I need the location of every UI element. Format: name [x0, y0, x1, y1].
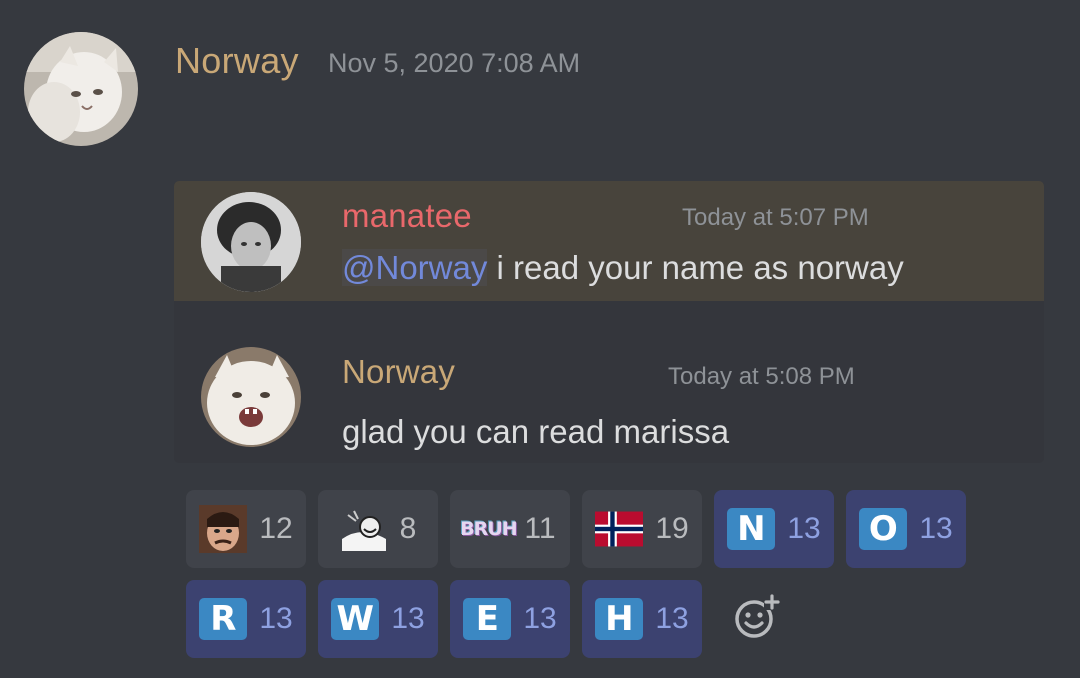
- reaction-count: 8: [399, 512, 417, 545]
- message-body: i read your name as norway: [487, 249, 904, 286]
- embedded-messages-panel: manatee Today at 5:07 PM @Norway i read …: [174, 181, 1044, 463]
- manatee-avatar[interactable]: [201, 192, 301, 292]
- message-item-norway: Norway Today at 5:08 PM glad you can rea…: [174, 301, 1044, 463]
- reaction-count: 11: [524, 512, 556, 545]
- regional-indicator-n-icon: N: [727, 508, 776, 550]
- reaction-letter-n[interactable]: N 13: [714, 490, 834, 568]
- reaction-count: 13: [391, 602, 425, 635]
- reaction-norway-flag[interactable]: 19: [582, 490, 702, 568]
- message-item-manatee: manatee Today at 5:07 PM @Norway i read …: [174, 181, 1044, 301]
- regional-indicator-e-icon: E: [463, 598, 512, 640]
- reaction-count: 12: [259, 512, 293, 545]
- regional-indicator-o-icon: O: [859, 508, 908, 550]
- message-time: Today at 5:07 PM: [682, 204, 869, 231]
- add-reaction-smiley-icon[interactable]: [734, 594, 780, 640]
- reaction-bruh[interactable]: BRUH 11: [450, 490, 570, 568]
- regional-indicator-r-icon: R: [199, 598, 248, 640]
- message-author[interactable]: Norway: [175, 40, 299, 82]
- user-mention[interactable]: @Norway: [342, 249, 488, 286]
- reaction-letter-o[interactable]: O 13: [846, 490, 966, 568]
- regional-indicator-h-icon: H: [595, 598, 644, 640]
- reaction-letter-e[interactable]: E 13: [450, 580, 570, 658]
- bruh-text-emoji-icon: BRUH: [460, 509, 517, 549]
- trollface-meme-emoji-icon: [340, 509, 388, 551]
- reaction-count: 13: [919, 512, 953, 545]
- message-time: Today at 5:08 PM: [668, 363, 855, 390]
- reaction-count: 13: [655, 602, 689, 635]
- reaction-trollface[interactable]: 8: [318, 490, 438, 568]
- reaction-count: 13: [523, 602, 557, 635]
- reaction-count: 13: [259, 602, 293, 635]
- author-avatar[interactable]: [24, 32, 138, 146]
- reaction-letter-r[interactable]: R 13: [186, 580, 306, 658]
- reaction-count: 13: [787, 512, 821, 545]
- message-timestamp: Nov 5, 2020 7:08 AM: [328, 48, 581, 78]
- message-author-name[interactable]: manatee: [342, 197, 472, 235]
- norway-flag-emoji-icon: [595, 509, 644, 549]
- regional-indicator-w-icon: W: [331, 598, 380, 640]
- reaction-ringo[interactable]: 12: [186, 490, 306, 568]
- reaction-letter-h[interactable]: H 13: [582, 580, 702, 658]
- message-text: glad you can read marissa: [342, 413, 730, 450]
- message-text: @Norway i read your name as norway: [342, 249, 904, 287]
- reaction-count: 19: [655, 512, 689, 545]
- message-author-name[interactable]: Norway: [342, 353, 455, 391]
- reaction-letter-w[interactable]: W 13: [318, 580, 438, 658]
- ringo-face-emoji-icon: [199, 505, 248, 553]
- norway-avatar[interactable]: [201, 347, 301, 447]
- bruh-label: BRUH: [460, 518, 517, 540]
